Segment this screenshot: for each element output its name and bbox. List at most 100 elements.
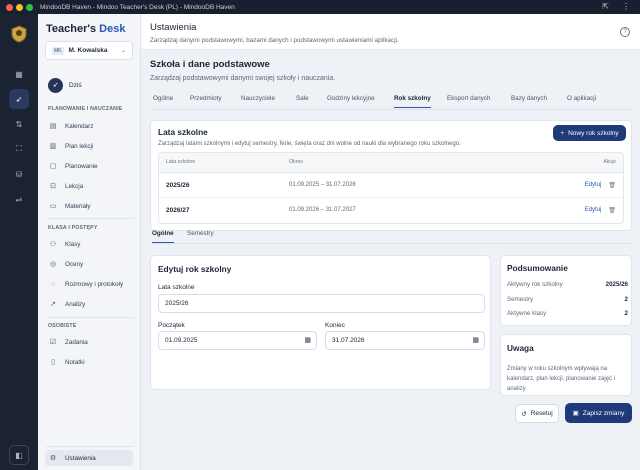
calendar-icon[interactable]: ▦ bbox=[472, 336, 479, 344]
summary-active-year: Aktywny rok szkolny 2025/26 bbox=[507, 281, 628, 288]
note-title: Uwaga bbox=[507, 343, 534, 353]
section-planning-label: PLANOWANIE I NAUCZANIE bbox=[48, 106, 123, 112]
school-years-subtitle: Zarządzaj latami szkolnymi i edytuj seme… bbox=[158, 141, 461, 147]
close-window-button[interactable] bbox=[6, 3, 13, 11]
chat-icon: ◌ bbox=[50, 280, 56, 288]
tab-rooms[interactable]: Sale bbox=[296, 95, 309, 102]
tab-about[interactable]: O aplikacji bbox=[567, 95, 596, 102]
dashboard-icon[interactable]: ▦ bbox=[9, 64, 29, 84]
sidebar-item-analytics[interactable]: ↗ Analizy bbox=[45, 296, 133, 312]
more-icon[interactable]: ⋮ bbox=[622, 2, 630, 11]
sidebar-item-materials[interactable]: ▭ Materiały bbox=[45, 198, 133, 214]
minimize-window-button[interactable] bbox=[16, 3, 23, 11]
tab-subjects[interactable]: Przedmioty bbox=[190, 95, 222, 102]
year-label: Lata szkolne bbox=[158, 284, 195, 291]
help-icon[interactable]: ? bbox=[620, 27, 630, 37]
edit-subtabs: Ogólne Semestry bbox=[150, 226, 632, 244]
school-years-title: Lata szkolne bbox=[158, 127, 208, 137]
school-years-table: Lata szkolne Okres Akcje 2025/26 01.09.2… bbox=[158, 152, 624, 224]
table-row[interactable]: 2026/27 01.09.2026 – 31.07.2027 Edytuj 🗑 bbox=[159, 198, 623, 223]
sidebar-item-tasks[interactable]: ☑ Zadania bbox=[45, 334, 133, 350]
note-card: Uwaga Zmiany w roku szkolnym wpływają na… bbox=[500, 334, 632, 396]
trash-icon[interactable]: 🗑 bbox=[608, 182, 616, 189]
database-icon[interactable]: ⛁ bbox=[9, 164, 29, 184]
summary-semesters: Semestry 2 bbox=[507, 296, 628, 303]
note-text: Zmiany w roku szkolnym wpływają na kalen… bbox=[507, 366, 616, 392]
rocket-icon: ➶ bbox=[48, 77, 63, 93]
maximize-window-button[interactable] bbox=[26, 3, 33, 11]
tab-data-export[interactable]: Eksport danych bbox=[447, 95, 490, 102]
calendar-icon: ▤ bbox=[49, 123, 57, 130]
scan-icon[interactable]: ⛶ bbox=[9, 139, 29, 159]
sidebar-item-conversations[interactable]: ◌ Rozmowy i protokoły bbox=[45, 276, 133, 292]
edit-title: Edytuj rok szkolny bbox=[158, 264, 232, 274]
table-row[interactable]: 2025/26 01.09.2025 – 31.07.2026 Edytuj 🗑 bbox=[159, 173, 623, 198]
chart-icon: ↗ bbox=[50, 301, 56, 308]
sidebar-item-today[interactable]: ➶ Dziś bbox=[45, 76, 133, 94]
reset-button[interactable]: ↺ Resetuj bbox=[515, 404, 559, 423]
window-titlebar: MindooDB Haven - Mindoo Teacher's Desk (… bbox=[0, 0, 640, 14]
tab-lesson-hours[interactable]: Godziny lekcyjne bbox=[327, 95, 375, 102]
new-school-year-button[interactable]: + Nowy rok szkolny bbox=[553, 125, 626, 141]
rocket-icon[interactable]: ➶ bbox=[9, 89, 29, 109]
end-label: Koniec bbox=[325, 322, 345, 329]
year-input[interactable]: 2025/26 bbox=[158, 294, 485, 313]
share-icon[interactable]: ⇱ bbox=[602, 2, 609, 11]
reset-icon: ↺ bbox=[521, 410, 527, 418]
app-logo: Teacher's Desk bbox=[46, 23, 126, 35]
table-header: Lata szkolne Okres Akcje bbox=[159, 153, 623, 173]
calendar-icon[interactable]: ▦ bbox=[304, 336, 311, 344]
sidebar-item-calendar[interactable]: ▤ Kalendarz bbox=[45, 118, 133, 134]
summary-title: Podsumowanie bbox=[507, 263, 568, 273]
chevron-down-icon: ⌄ bbox=[120, 48, 126, 54]
sliders-icon[interactable]: ⇌ bbox=[9, 189, 29, 209]
gear-icon: ⚙ bbox=[49, 455, 57, 462]
summary-active-classes: Aktywne klasy 2 bbox=[507, 310, 628, 317]
section-personal-label: OSOBISTE bbox=[48, 323, 77, 329]
trash-icon[interactable]: 🗑 bbox=[608, 207, 616, 214]
sidebar: Teacher's Desk MK M. Kowalska ⌄ ➶ Dziś P… bbox=[38, 14, 141, 470]
app-logo-icon bbox=[9, 24, 29, 44]
sync-icon[interactable]: ⇅ bbox=[9, 114, 29, 134]
table-icon: ▥ bbox=[49, 143, 57, 150]
start-date-input[interactable]: 01.09.2025 ▦ bbox=[158, 331, 317, 350]
subtab-general[interactable]: Ogólne bbox=[152, 230, 174, 243]
icon-rail: ▦ ➶ ⇅ ⛶ ⛁ ⇌ ◧ bbox=[0, 14, 38, 470]
plus-icon: + bbox=[560, 129, 565, 137]
edit-button[interactable]: Edytuj bbox=[585, 207, 602, 214]
user-selector[interactable]: MK M. Kowalska ⌄ bbox=[45, 41, 133, 60]
school-years-card: Lata szkolne Zarządzaj latami szkolnymi … bbox=[150, 120, 632, 231]
window-title: MindooDB Haven - Mindoo Teacher's Desk (… bbox=[40, 4, 235, 11]
tab-teachers[interactable]: Nauczyciele bbox=[241, 95, 275, 102]
badge-icon: ◎ bbox=[49, 261, 57, 268]
sidebar-item-classes[interactable]: ⚇ Klasy bbox=[45, 236, 133, 252]
save-icon: ▣ bbox=[572, 410, 579, 417]
start-label: Początek bbox=[158, 322, 185, 329]
sidebar-item-notes[interactable]: ▯ Notatki bbox=[45, 354, 133, 370]
page-subtitle: Zarządzaj danymi podstawowymi, bazami da… bbox=[150, 37, 399, 44]
sidebar-item-lesson[interactable]: ⊡ Lekcja bbox=[45, 178, 133, 194]
book-icon: ▭ bbox=[49, 203, 57, 210]
summary-card: Podsumowanie Aktywny rok szkolny 2025/26 … bbox=[500, 255, 632, 326]
subtab-semesters[interactable]: Semestry bbox=[187, 230, 214, 237]
edit-school-year-card: Edytuj rok szkolny Lata szkolne 2025/26 … bbox=[150, 255, 491, 390]
sidebar-item-timetable[interactable]: ▥ Plan lekcji bbox=[45, 138, 133, 154]
tab-school-year[interactable]: Rok szkolny bbox=[394, 95, 431, 108]
tab-databases[interactable]: Bazy danych bbox=[511, 95, 547, 102]
note-icon: ▯ bbox=[51, 359, 55, 366]
page-header: Ustawienia Zarządzaj danymi podstawowymi… bbox=[141, 14, 640, 50]
section-subtitle: Zarządzaj podstawowymi danymi swojej szk… bbox=[150, 75, 336, 82]
tab-general[interactable]: Ogólne bbox=[153, 95, 173, 102]
clipboard-icon: ▢ bbox=[49, 163, 57, 170]
section-title: Szkoła i dane podstawowe bbox=[150, 59, 270, 70]
end-date-input[interactable]: 31.07.2026 ▦ bbox=[325, 331, 485, 350]
page-title: Ustawienia bbox=[150, 22, 197, 33]
main-content: Ustawienia Zarządzaj danymi podstawowymi… bbox=[141, 14, 640, 470]
sidebar-item-planning[interactable]: ▢ Planowanie bbox=[45, 158, 133, 174]
collapse-sidebar-icon[interactable]: ◧ bbox=[9, 445, 29, 465]
sidebar-item-settings[interactable]: ⚙ Ustawienia bbox=[45, 450, 133, 466]
sidebar-item-grades[interactable]: ◎ Oceny bbox=[45, 256, 133, 272]
edit-button[interactable]: Edytuj bbox=[585, 182, 602, 189]
save-button[interactable]: ▣ Zapisz zmiany bbox=[565, 403, 632, 423]
check-icon: ☑ bbox=[49, 339, 57, 346]
